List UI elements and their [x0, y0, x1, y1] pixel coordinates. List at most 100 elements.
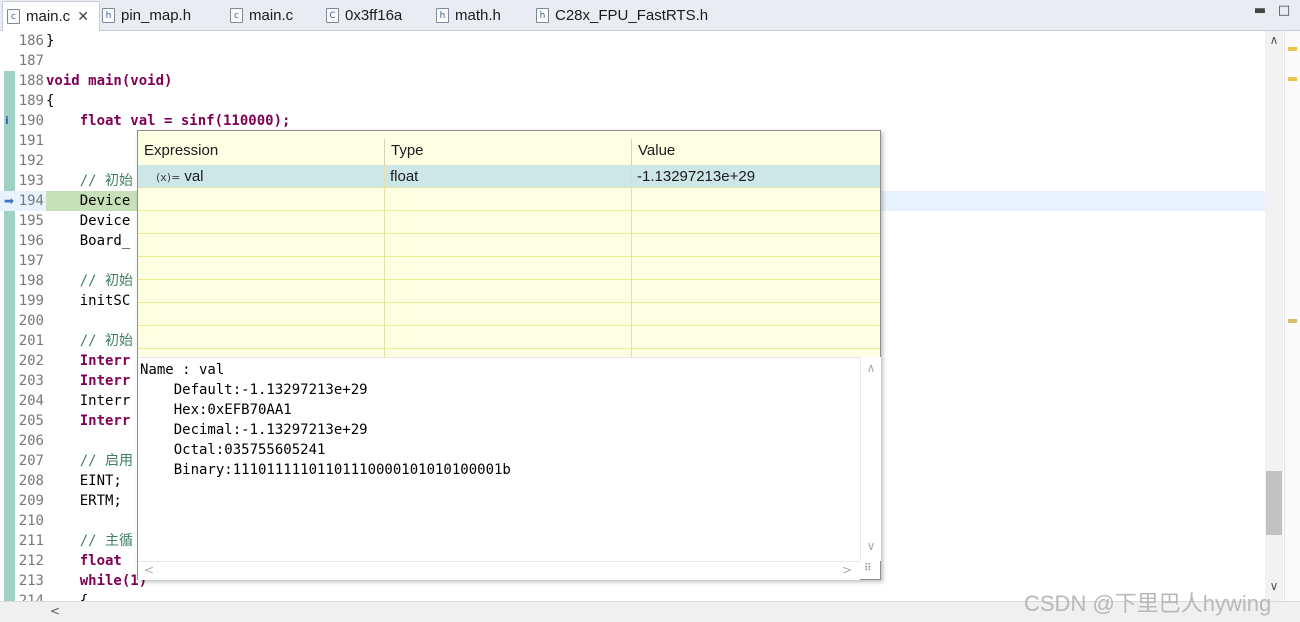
line-number: 210 [18, 513, 44, 529]
table-row[interactable]: (x)= val float -1.13297213e+29 [138, 165, 880, 188]
empty-row [138, 280, 880, 303]
column-header-type[interactable]: Type [385, 131, 631, 165]
line-number: 191 [18, 133, 44, 149]
watermark: CSDN @下里巴人hywing [1024, 591, 1272, 616]
resize-grip-icon[interactable]: ⠿ [864, 563, 876, 575]
scroll-up-icon[interactable]: ∧ [862, 361, 880, 375]
warning-marker[interactable] [1288, 77, 1297, 81]
code-text: // 初始 [46, 333, 134, 349]
code-text: // 启用 [46, 453, 134, 469]
column-header-value[interactable]: Value [632, 131, 880, 165]
code-text: Interr [46, 413, 131, 429]
warning-marker[interactable] [1288, 47, 1297, 51]
line-number: 209 [18, 493, 44, 509]
column-header-expression[interactable]: Expression [138, 131, 384, 165]
tab-main-c[interactable]: c main.c ✕ [2, 1, 100, 31]
code-line: 188 void main(void) [0, 71, 1265, 91]
value-cell: -1.13297213e+29 [637, 168, 756, 185]
code-line: i 190 float val = sinf(110000); [0, 111, 1265, 131]
minimize-button[interactable]: ▬ [1252, 3, 1268, 19]
line-number: 188 [18, 73, 44, 89]
maximize-button[interactable]: □ [1276, 3, 1292, 19]
details-line: Decimal:-1.13297213e+29 [140, 422, 368, 438]
info-marker-icon[interactable]: i [5, 115, 13, 127]
empty-row [138, 234, 880, 257]
type-cell: float [390, 168, 419, 185]
tab-math-h[interactable]: h math.h [432, 1, 501, 30]
expression-hover-popup[interactable]: Expression Type Value (x)= val float -1.1… [137, 130, 881, 580]
code-text: float val = sinf(110000); [46, 113, 291, 129]
line-number: 208 [18, 473, 44, 489]
scroll-up-icon[interactable]: ∧ [1265, 33, 1283, 47]
details-line: Name : val [140, 362, 225, 378]
code-text: initSC [46, 293, 131, 309]
code-text: while(1) [46, 573, 148, 589]
tab-label: C28x_FPU_FastRTS.h [555, 7, 709, 24]
code-text: void main(void) [46, 73, 173, 89]
line-number: 212 [18, 553, 44, 569]
tab-label: main.c [26, 8, 71, 25]
tab-label: 0x3ff16a [345, 7, 403, 24]
tab-pin-map-h[interactable]: h pin_map.h [98, 1, 191, 30]
details-horizontal-scrollbar[interactable]: < > [138, 561, 860, 580]
line-number: 197 [18, 253, 44, 269]
details-line: Octal:035755605241 [140, 442, 326, 458]
line-number: 202 [18, 353, 44, 369]
scroll-right-icon[interactable]: > [838, 563, 856, 577]
scroll-down-icon[interactable]: ∨ [862, 539, 880, 553]
line-number: 196 [18, 233, 44, 249]
code-text: EINT; [46, 473, 122, 489]
line-number: 213 [18, 573, 44, 589]
column-line [384, 165, 385, 357]
line-number: 199 [18, 293, 44, 309]
value-details-pane[interactable]: Name : val Default:-1.13297213e+29 Hex:0… [138, 357, 860, 562]
tab-label: pin_map.h [121, 7, 192, 24]
empty-row [138, 211, 880, 234]
code-text: { [46, 93, 55, 109]
tab-label: main.c [249, 7, 294, 24]
warning-marker[interactable] [1288, 319, 1297, 323]
empty-row [138, 188, 880, 211]
code-text: Board_ [46, 233, 131, 249]
tab-main-c-2[interactable]: c main.c [226, 1, 293, 30]
c-file-icon: c [230, 8, 243, 23]
tab-c28x-fpu-fastrts-h[interactable]: h C28x_FPU_FastRTS.h [532, 1, 708, 30]
c-file-icon: C [326, 8, 339, 23]
details-vertical-scrollbar[interactable]: ∧ ∨ [860, 357, 881, 561]
editor-tab-bar: c main.c ✕ h pin_map.h c main.c C 0x3ff1… [0, 0, 1300, 31]
scroll-left-icon[interactable]: < [46, 604, 64, 618]
close-icon[interactable]: ✕ [77, 8, 89, 25]
code-text: Interr [46, 393, 131, 409]
empty-row [138, 326, 880, 349]
c-file-icon: c [7, 9, 20, 24]
line-number: 200 [18, 313, 44, 329]
line-number: 204 [18, 393, 44, 409]
code-text: ERTM; [46, 493, 122, 509]
h-file-icon: h [102, 8, 115, 23]
expression-cell: (x)= val [138, 165, 384, 187]
vertical-scrollbar[interactable]: ∧ ∨ [1265, 31, 1283, 601]
expression-name: val [184, 168, 204, 185]
overview-ruler[interactable] [1284, 31, 1300, 601]
details-line: Default:-1.13297213e+29 [140, 382, 368, 398]
code-text: Device [46, 213, 131, 229]
line-number: 214 [18, 593, 44, 601]
empty-row [138, 257, 880, 280]
line-number: 206 [18, 433, 44, 449]
details-line: Hex:0xEFB70AA1 [140, 402, 292, 418]
line-number: 194 [18, 193, 44, 209]
line-number: 205 [18, 413, 44, 429]
expression-table: Expression Type Value (x)= val float -1.1… [138, 131, 880, 357]
scrollbar-thumb[interactable] [1266, 471, 1282, 535]
code-text: // 初始 [46, 173, 134, 189]
line-number: 201 [18, 333, 44, 349]
variable-icon: (x)= [156, 171, 181, 184]
h-file-icon: h [536, 8, 549, 23]
details-line: Binary:11101111101101110000101010100001b [140, 462, 511, 478]
tab-0x3ff16a[interactable]: C 0x3ff16a [322, 1, 402, 30]
code-line: 189{ [0, 91, 1265, 111]
h-file-icon: h [436, 8, 449, 23]
line-number: 203 [18, 373, 44, 389]
scroll-left-icon[interactable]: < [140, 563, 158, 577]
code-text: // 主循 [46, 533, 134, 549]
